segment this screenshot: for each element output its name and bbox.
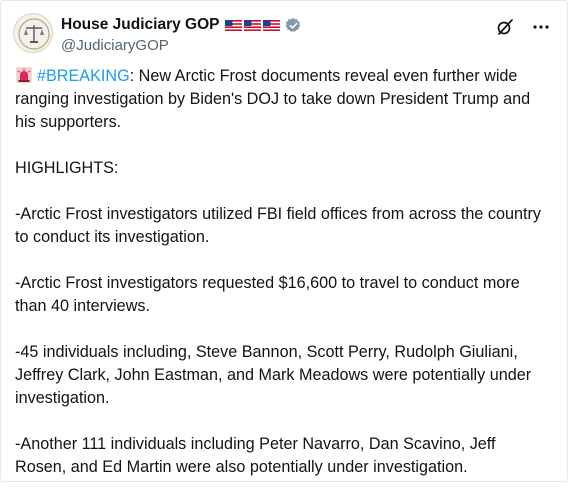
tweet-intro: #BREAKING: New Arctic Frost documents re…: [15, 65, 551, 134]
us-flag-icon: [243, 19, 261, 31]
tweet-card: House Judiciary GOP @JudiciaryGOP #BREAK…: [0, 0, 568, 482]
highlight-point: -Arctic Frost investigators utilized FBI…: [15, 205, 541, 246]
author-handle[interactable]: @JudiciaryGOP: [61, 37, 302, 54]
us-flag-icon: [224, 19, 242, 31]
author-names: House Judiciary GOP @JudiciaryGOP: [61, 15, 302, 54]
avatar[interactable]: [13, 13, 53, 53]
highlight-point: -Arctic Frost investigators requested $1…: [15, 274, 520, 315]
grok-icon[interactable]: [495, 17, 515, 37]
name-row: House Judiciary GOP: [61, 15, 302, 35]
tweet-header: House Judiciary GOP @JudiciaryGOP: [13, 13, 555, 57]
breaking-hashtag-link[interactable]: #BREAKING: [37, 67, 130, 85]
display-name[interactable]: House Judiciary GOP: [61, 16, 220, 34]
highlight-point: -45 individuals including, Steve Bannon,…: [15, 343, 532, 407]
us-flag-icon: [262, 19, 280, 31]
flag-emojis: [224, 19, 280, 31]
tweet-text: #BREAKING: New Arctic Frost documents re…: [15, 65, 551, 502]
highlights-label: HIGHLIGHTS:: [15, 159, 119, 177]
highlight-point: -Another 111 individuals including Peter…: [15, 435, 496, 476]
more-options-icon[interactable]: [531, 17, 551, 37]
police-siren-icon: [16, 67, 32, 83]
verified-badge-icon: [285, 17, 300, 32]
scales-of-justice-icon: [18, 18, 50, 50]
tweet-actions: [495, 17, 551, 37]
